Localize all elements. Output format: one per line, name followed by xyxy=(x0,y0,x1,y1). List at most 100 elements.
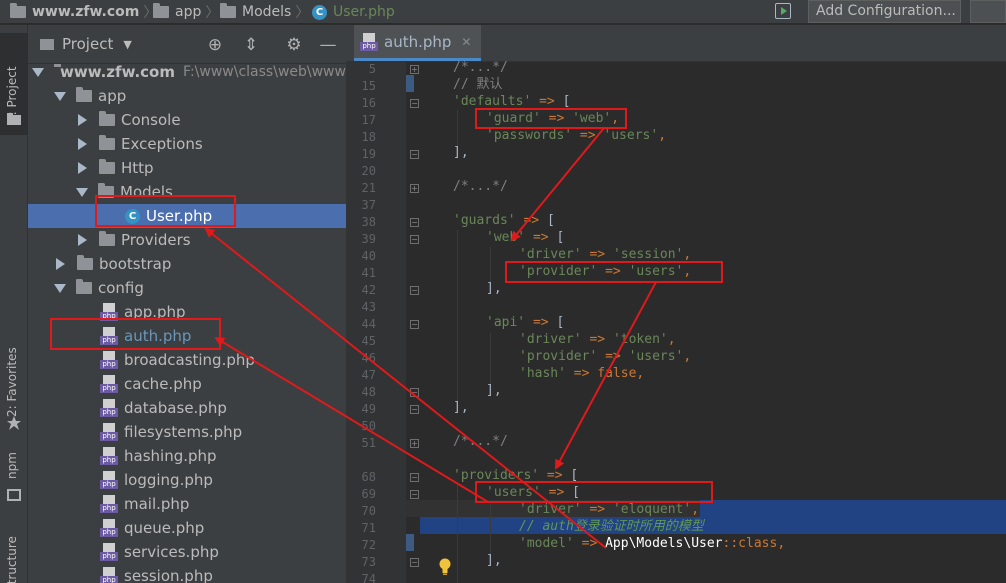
php-file-icon xyxy=(100,495,118,513)
code-line-47: 'hash' => false, xyxy=(519,365,644,382)
breadcrumb-item-user-php[interactable]: C User.php xyxy=(312,2,395,22)
fold-toggle-icon[interactable]: − xyxy=(410,473,419,482)
lightbulb-icon[interactable] xyxy=(438,558,452,576)
code-line-69: 'users' => [ xyxy=(486,484,580,501)
code-token: 'providers' xyxy=(453,468,540,483)
close-icon[interactable]: ✕ xyxy=(461,35,471,49)
tree-item-hashing-php[interactable]: hashing.php xyxy=(28,444,346,468)
fold-toggle-icon[interactable]: − xyxy=(410,405,419,414)
code-token: => xyxy=(540,485,573,500)
tool-tab-favorites[interactable]: 2: Favorites xyxy=(5,347,19,417)
hide-panel-icon[interactable]: — xyxy=(318,35,338,55)
breadcrumb-item-app[interactable]: app 〉 xyxy=(153,2,219,22)
php-file-icon xyxy=(100,567,118,583)
fold-toggle-icon[interactable]: + xyxy=(410,65,419,74)
tree-item-exceptions[interactable]: Exceptions xyxy=(28,132,346,156)
tree-item-label: cache.php xyxy=(124,375,202,393)
fold-toggle-icon[interactable]: − xyxy=(410,286,419,295)
project-view-selector[interactable]: Project ▼ xyxy=(40,35,132,53)
fold-toggle-icon[interactable]: + xyxy=(410,184,419,193)
fold-toggle-icon[interactable]: − xyxy=(410,235,419,244)
tree-item-queue-php[interactable]: queue.php xyxy=(28,516,346,540)
tree-item-session-php[interactable]: session.php xyxy=(28,564,346,583)
fold-toggle-icon[interactable]: − xyxy=(410,388,419,397)
run-configuration-icon[interactable] xyxy=(775,3,791,19)
tool-tab-structure[interactable]: Z: Structure xyxy=(5,536,19,583)
collapse-arrow-icon xyxy=(56,258,65,270)
tree-item-cache-php[interactable]: cache.php xyxy=(28,372,346,396)
code-line-39: 'web' => [ xyxy=(486,229,564,246)
tab-auth-php[interactable]: auth.php ✕ xyxy=(354,25,482,61)
code-line-45: 'driver' => 'token', xyxy=(519,331,676,348)
tree-item-app[interactable]: app xyxy=(28,84,346,108)
code-token: [ xyxy=(546,213,555,228)
tool-tab-npm[interactable]: npm xyxy=(5,452,19,479)
breadcrumb-label: app xyxy=(175,4,202,20)
line-number: 46 xyxy=(361,351,376,365)
tree-item-models[interactable]: Models xyxy=(28,180,346,204)
add-configuration-button[interactable]: Add Configuration... xyxy=(808,0,961,23)
fold-toggle-icon[interactable]: − xyxy=(410,558,419,567)
tree-item-path: F:\www\class\web\www. xyxy=(183,64,346,80)
code-line-70: 'driver' => 'eloquent', xyxy=(519,501,699,518)
php-file-icon xyxy=(100,519,118,537)
code-line-16: 'defaults' => [ xyxy=(453,93,570,110)
tree-item-filesystems-php[interactable]: filesystems.php xyxy=(28,420,346,444)
fold-toggle-icon[interactable]: − xyxy=(410,320,419,329)
code-token: [ xyxy=(556,230,565,245)
run-button[interactable] xyxy=(970,0,1006,23)
change-marker xyxy=(406,75,414,92)
gear-icon[interactable]: ⚙ xyxy=(284,35,304,55)
code-token: 'users' xyxy=(628,264,684,279)
collapse-all-icon[interactable]: ⇕ xyxy=(241,35,261,55)
tree-item-providers[interactable]: Providers xyxy=(28,228,346,252)
fold-toggle-icon[interactable]: − xyxy=(410,490,419,499)
php-file-icon xyxy=(100,303,118,321)
fold-toggle-icon[interactable]: − xyxy=(410,218,419,227)
tree-item-database-php[interactable]: database.php xyxy=(28,396,346,420)
breadcrumb-root[interactable]: www.zfw.com 〉 xyxy=(10,2,157,22)
line-number: 72 xyxy=(361,538,376,552)
tree-item-config[interactable]: config xyxy=(28,276,346,300)
code-token: 'eloquent' xyxy=(612,502,692,517)
folder-icon xyxy=(99,111,115,126)
fold-toggle-icon[interactable]: − xyxy=(410,99,419,108)
indent-guide xyxy=(457,230,458,410)
line-number: 43 xyxy=(361,300,376,314)
fold-toggle-icon[interactable]: − xyxy=(410,150,419,159)
tree-item-bootstrap[interactable]: bootstrap xyxy=(28,252,346,276)
chevron-right-icon: 〉 xyxy=(205,5,220,21)
line-number: 49 xyxy=(361,402,376,416)
line-number: 48 xyxy=(361,385,376,399)
fold-toggle-icon[interactable]: + xyxy=(410,439,419,448)
php-file-icon xyxy=(100,399,118,417)
star-icon xyxy=(7,416,21,430)
code-token: 'users' xyxy=(486,485,541,500)
tree-item-http[interactable]: Http xyxy=(28,156,346,180)
tree-item-services-php[interactable]: services.php xyxy=(28,540,346,564)
tree-item-console[interactable]: Console xyxy=(28,108,346,132)
code-token: 'token' xyxy=(612,332,668,347)
locate-file-icon[interactable]: ⊕ xyxy=(205,35,225,55)
tree-item-app-php[interactable]: app.php xyxy=(28,300,346,324)
php-file-icon xyxy=(100,471,118,489)
tree-item-user-php[interactable]: C User.php xyxy=(28,204,346,228)
php-file-icon xyxy=(100,375,118,393)
code-token: App\Models\User xyxy=(605,536,723,551)
editor-tabs: auth.php ✕ xyxy=(346,25,1006,62)
folder-icon xyxy=(76,279,92,294)
line-number: 73 xyxy=(361,555,376,569)
class-icon: C xyxy=(125,208,140,224)
code-line-21: /*...*/ xyxy=(453,179,508,194)
tree-item-label: config xyxy=(98,279,144,297)
expand-arrow-icon xyxy=(54,91,66,101)
tree-item-auth-php[interactable]: auth.php xyxy=(28,324,346,348)
tree-item-root[interactable]: www.zfw.com F:\www\class\web\www. xyxy=(28,64,346,84)
tree-item-logging-php[interactable]: logging.php xyxy=(28,468,346,492)
tree-item-broadcasting-php[interactable]: broadcasting.php xyxy=(28,348,346,372)
breadcrumb-item-models[interactable]: Models 〉 xyxy=(220,2,309,22)
code-token: => xyxy=(531,94,563,109)
code-line-49: ], xyxy=(453,400,469,415)
tree-item-mail-php[interactable]: mail.php xyxy=(28,492,346,516)
code-line-5: /*...*/ xyxy=(453,60,508,75)
